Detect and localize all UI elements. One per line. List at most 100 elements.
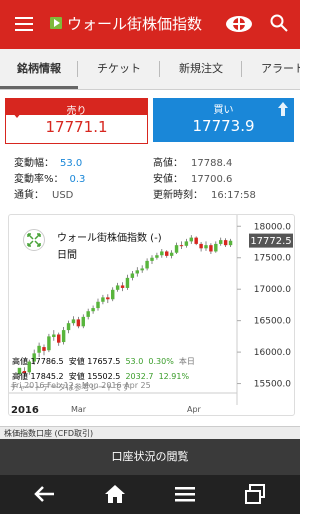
buy-label: 買い: [213, 105, 234, 116]
back-icon[interactable]: [34, 484, 56, 504]
candle-body: [120, 285, 125, 288]
stat-label: 変動幅：: [14, 158, 54, 169]
tab-ticket[interactable]: チケット: [78, 49, 160, 89]
tab-label: アラート: [261, 62, 300, 75]
candle-body: [96, 301, 100, 309]
chart-value: 17845.2: [30, 372, 64, 381]
tab-label: 新規注文: [179, 62, 223, 75]
app-header: ウォール街株価指数: [0, 0, 300, 49]
tab-new-order[interactable]: 新規注文: [160, 49, 242, 89]
candle-body: [228, 240, 233, 246]
candle-body: [125, 277, 130, 288]
system-nav-bar: [0, 475, 300, 514]
menu-list-icon[interactable]: [174, 484, 196, 504]
candle-body: [61, 330, 66, 343]
candle-body: [86, 311, 90, 317]
candle-body: [184, 241, 189, 246]
y-tick-label: 17500.0: [254, 254, 291, 264]
change-value: 53.0: [60, 158, 83, 169]
sell-price-button[interactable]: 売り 17771.1: [5, 98, 148, 144]
stat-label: 高値：: [153, 158, 183, 169]
page-title: ウォール街株価指数: [67, 15, 203, 33]
chart-value: 17786.5: [30, 357, 64, 366]
currency-value: USD: [52, 190, 74, 201]
candle-body: [150, 257, 154, 261]
y-tick-label: 18000.0: [254, 222, 291, 232]
chart-value: 15502.5: [87, 372, 121, 381]
stats-right: 高値： 17788.4 安値： 17700.6 更新時刻： 16:17:58: [153, 156, 256, 204]
tab-label: チケット: [97, 62, 141, 75]
y-tick-label: 16000.0: [254, 348, 291, 358]
search-icon[interactable]: [270, 14, 288, 32]
candle-body: [189, 237, 193, 242]
candle-body: [91, 308, 95, 312]
xaxis: 2016 Mar Apr: [9, 392, 237, 415]
x-tick-label: Apr: [187, 405, 202, 414]
candle-body: [47, 336, 51, 351]
tab-instrument-info[interactable]: 銘柄情報: [0, 49, 78, 89]
account-type-bar: 株価指数口座 (CFD取引): [0, 426, 300, 439]
chart-title: ウォール街株価指数 (-): [57, 233, 162, 244]
chart-label: 高値: [12, 372, 28, 381]
up-arrow-icon: [278, 102, 288, 116]
candle-body: [174, 245, 179, 253]
y-tick-label: 16500.0: [254, 317, 291, 327]
candle-body: [42, 347, 46, 351]
candle-body: [214, 243, 218, 252]
down-arrow-icon: [12, 104, 22, 118]
candle-body: [71, 319, 76, 324]
chart-change: 53.0: [125, 357, 144, 366]
candle-body: [115, 285, 120, 290]
candle-body: [223, 240, 228, 246]
candle-body: [169, 252, 174, 256]
menu-icon[interactable]: [15, 17, 33, 31]
candle-body: [165, 251, 169, 256]
candle-body: [52, 334, 56, 338]
chart-value: 17657.5: [87, 357, 121, 366]
candle-body: [179, 245, 184, 247]
buy-price-button[interactable]: 買い 17773.9: [153, 98, 294, 142]
chart-stats-row-1: 高値 17786.5 安値 17657.5 53.0 0.30% 本日: [12, 356, 195, 367]
x-tick-label: Mar: [71, 405, 87, 414]
watchlist-eye-icon[interactable]: [225, 13, 253, 35]
candle-body: [76, 319, 81, 327]
buy-price: 17773.9: [192, 117, 255, 135]
sell-label: 売り: [66, 106, 87, 117]
account-status-button[interactable]: 口座状況の閲覧: [0, 439, 300, 475]
chart-disclaimer: チャートデータは参考レートです: [8, 383, 293, 425]
candle-body: [66, 323, 71, 331]
tab-label: 銘柄情報: [17, 62, 61, 75]
candle-body: [135, 270, 139, 274]
candle-body: [57, 334, 61, 343]
current-price-tag: 17772.5: [249, 233, 293, 248]
current-price-label: 17772.5: [250, 236, 291, 247]
chart-day: 本日: [178, 357, 195, 366]
home-icon[interactable]: [104, 484, 126, 504]
high-value: 17788.4: [191, 158, 233, 169]
candle-body: [155, 255, 159, 258]
y-tick-label: 15500.0: [254, 380, 291, 390]
candle-body: [140, 268, 144, 271]
ticker-icon: [50, 17, 62, 29]
chart-pct: 0.30%: [148, 357, 174, 366]
stat-label: 変動率%：: [14, 174, 64, 185]
account-type-label: 株価指数口座 (CFD取引): [4, 429, 94, 438]
stat-label: 通貨：: [14, 190, 44, 201]
account-status-label: 口座状況の閲覧: [111, 450, 189, 463]
expand-chart-icon[interactable]: [23, 229, 45, 251]
change-pct-value: 0.3: [69, 174, 86, 185]
candle-body: [199, 243, 203, 249]
candle-body: [81, 316, 85, 327]
recent-apps-icon[interactable]: [244, 484, 266, 504]
candle-body: [37, 345, 41, 353]
chart-label: 高値: [12, 357, 28, 366]
tab-alert[interactable]: アラート: [242, 49, 300, 89]
candle-body: [130, 273, 135, 278]
stats-left: 変動幅： 53.0 変動率%： 0.3 通貨： USD: [14, 156, 85, 204]
low-value: 17700.6: [191, 174, 233, 185]
candle-body: [209, 245, 213, 252]
candle-body: [194, 237, 198, 244]
candle-body: [160, 251, 164, 256]
tab-bar: 銘柄情報 チケット 新規注文 アラート: [0, 49, 300, 90]
y-tick-label: 17000.0: [254, 285, 291, 295]
